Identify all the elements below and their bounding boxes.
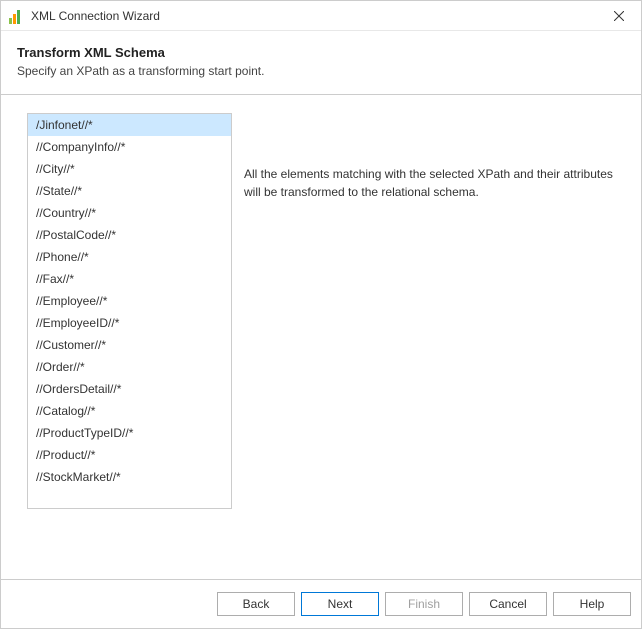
close-icon xyxy=(614,11,624,21)
content-area: /Jinfonet//*//CompanyInfo//*//City//*//S… xyxy=(1,95,641,579)
cancel-button[interactable]: Cancel xyxy=(469,592,547,616)
page-title: Transform XML Schema xyxy=(17,45,625,60)
xpath-list-item[interactable]: //City//* xyxy=(28,158,231,180)
xpath-list-item[interactable]: /Jinfonet//* xyxy=(28,114,231,136)
app-icon xyxy=(9,8,25,24)
xpath-list-item[interactable]: //Customer//* xyxy=(28,334,231,356)
close-button[interactable] xyxy=(596,1,641,31)
back-button[interactable]: Back xyxy=(217,592,295,616)
xpath-list-item[interactable]: //EmployeeID//* xyxy=(28,312,231,334)
xpath-list-item[interactable]: //Product//* xyxy=(28,444,231,466)
xpath-list-item[interactable]: //PostalCode//* xyxy=(28,224,231,246)
xpath-list-item[interactable]: //Country//* xyxy=(28,202,231,224)
page-subtitle: Specify an XPath as a transforming start… xyxy=(17,64,625,78)
titlebar: XML Connection Wizard xyxy=(1,1,641,31)
window-title: XML Connection Wizard xyxy=(31,9,596,23)
finish-button: Finish xyxy=(385,592,463,616)
xpath-list-item[interactable]: //StockMarket//* xyxy=(28,466,231,488)
wizard-footer: Back Next Finish Cancel Help xyxy=(1,580,641,628)
xpath-list-item[interactable]: //Catalog//* xyxy=(28,400,231,422)
xpath-list-item[interactable]: //Order//* xyxy=(28,356,231,378)
xpath-list-item[interactable]: //CompanyInfo//* xyxy=(28,136,231,158)
next-button[interactable]: Next xyxy=(301,592,379,616)
xpath-list-item[interactable]: //Employee//* xyxy=(28,290,231,312)
xpath-list-item[interactable]: //ProductTypeID//* xyxy=(28,422,231,444)
xpath-list-item[interactable]: //Fax//* xyxy=(28,268,231,290)
help-button[interactable]: Help xyxy=(553,592,631,616)
xpath-list-item[interactable]: //State//* xyxy=(28,180,231,202)
xpath-listbox[interactable]: /Jinfonet//*//CompanyInfo//*//City//*//S… xyxy=(27,113,232,509)
description-text: All the elements matching with the selec… xyxy=(244,113,621,569)
wizard-window: XML Connection Wizard Transform XML Sche… xyxy=(0,0,642,629)
wizard-header: Transform XML Schema Specify an XPath as… xyxy=(1,31,641,94)
xpath-list-item[interactable]: //Phone//* xyxy=(28,246,231,268)
xpath-list-item[interactable]: //OrdersDetail//* xyxy=(28,378,231,400)
